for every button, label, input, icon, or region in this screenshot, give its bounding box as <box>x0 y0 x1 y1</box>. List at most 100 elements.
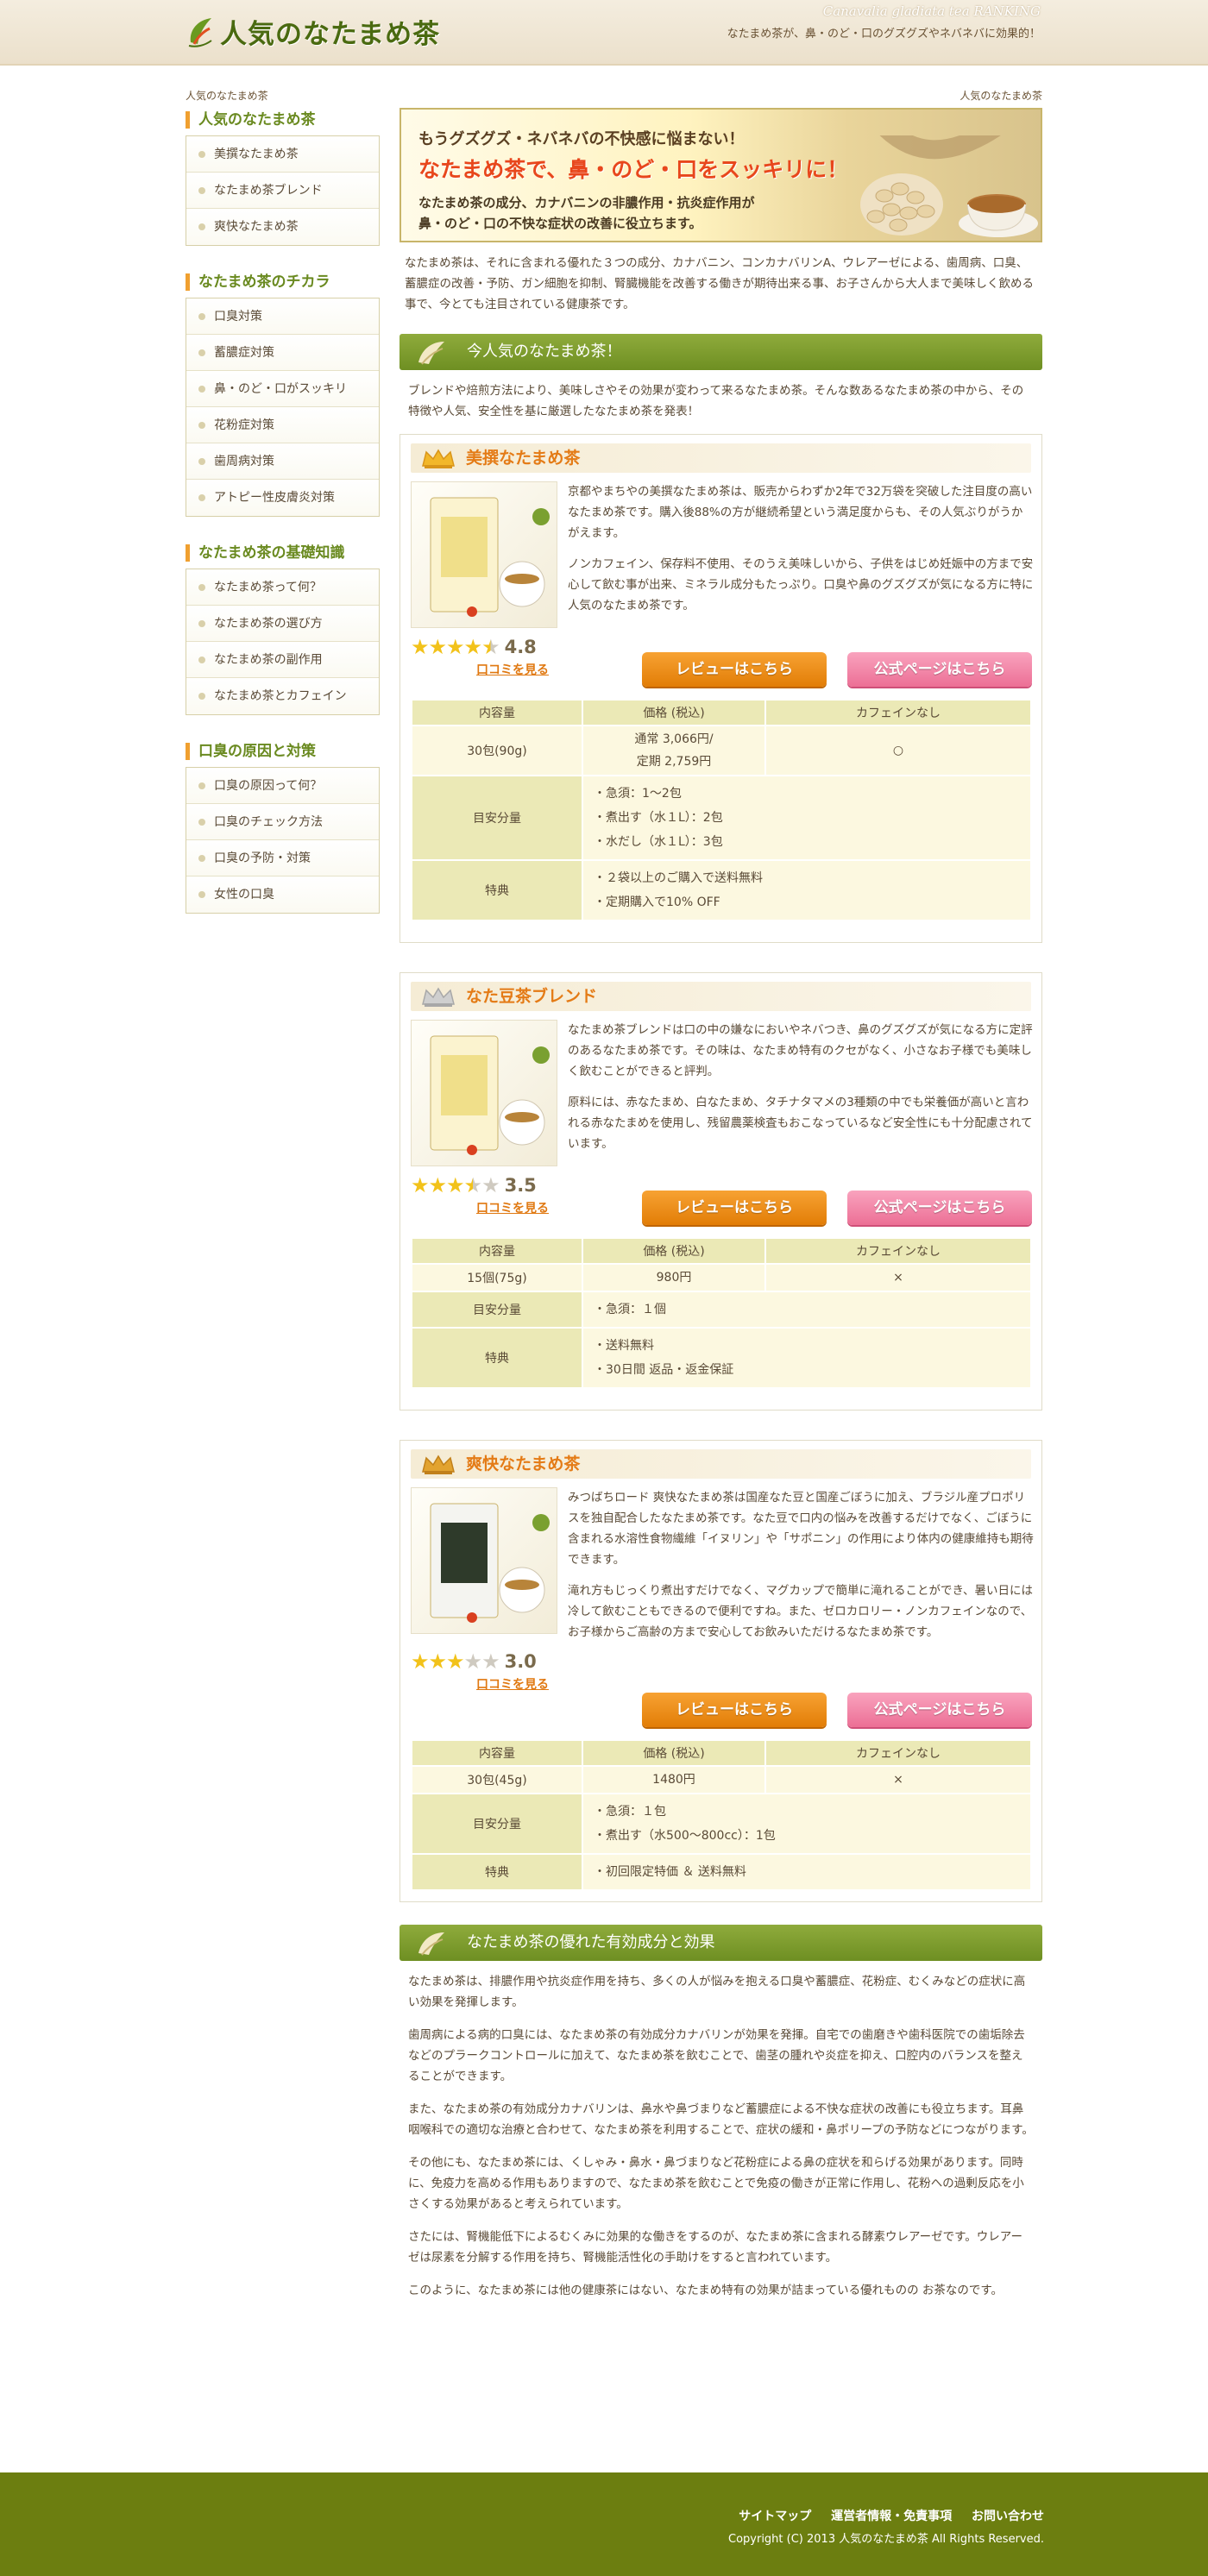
rating-stars: ★★★★★ <box>411 635 500 659</box>
star-icon: ★ <box>446 635 464 659</box>
sidebar-nav-list: 口臭の原因って何？ 口臭のチェック方法 口臭の予防・対策 女性の口臭 <box>186 767 380 914</box>
product-body: なたまめ茶ブレンドは口の中の嫌なにおいやネバつき、鼻のグズグズが気になる方に定評… <box>411 1020 1033 1387</box>
leaf-icon <box>418 342 444 365</box>
guide-line: ・急須：1〜2包 <box>594 787 682 801</box>
sidebar-nav-item[interactable]: なたまめ茶とカフェイン <box>186 678 379 714</box>
sidebar-nav-item[interactable]: 女性の口臭 <box>186 876 379 913</box>
ranking-section-title: 今人気のなたまめ茶！ <box>467 342 622 361</box>
ranking-section-header: 今人気のなたまめ茶！ <box>400 334 1042 370</box>
official-site-button[interactable]: 公式ページはこちら <box>847 652 1032 687</box>
sidebar-nav-item[interactable]: 爽快なたまめ茶 <box>186 209 379 245</box>
effects-paragraph: さたには、腎機能低下によるむくみに効果的な働きをするのが、なたまめ茶に含まれる酵… <box>408 2230 1022 2265</box>
star-empty-icon: ★ <box>481 1649 500 1674</box>
review-button[interactable]: レビューはこちら <box>642 1693 827 1727</box>
star-icon: ★ <box>411 1649 429 1674</box>
footer-link-operator[interactable]: 運営者情報・免責事項 <box>831 2510 952 2523</box>
sidebar-nav-item[interactable]: なたまめ茶ブレンド <box>186 173 379 209</box>
bonus-value: ・送料無料 ・30日間 返品・返金保証 <box>583 1329 1030 1387</box>
product-image[interactable] <box>411 481 557 628</box>
product-rating: ★★★★★ 3.0 <box>411 1649 537 1674</box>
reviews-link[interactable]: 口コミを見る <box>476 1675 549 1693</box>
amount-value: 30包(90g) <box>412 726 582 775</box>
sidebar-nav-item[interactable]: 花粉症対策 <box>186 407 379 443</box>
sidebar-nav-item[interactable]: アトピー性皮膚炎対策 <box>186 480 379 516</box>
sidebar-nav-item[interactable]: 蓄膿症対策 <box>186 335 379 371</box>
bonus-value: ・２袋以上のご購入で送料無料 ・定期購入で10% OFF <box>583 861 1030 920</box>
guide-line: ・水だし（水１L）：3包 <box>594 835 723 849</box>
effects-paragraph: このように、なたまめ茶には他の健康茶にはない、なたまめ特有の効果が詰まっている優… <box>408 2284 1004 2297</box>
col-caffeine: カフェインなし <box>766 701 1030 725</box>
banner-line-1: もうグズグズ・ネバネバの不快感に悩まない！ <box>418 130 745 148</box>
reviews-link[interactable]: 口コミを見る <box>476 1199 549 1216</box>
sidebar-nav-item[interactable]: 美撰なたまめ茶 <box>186 136 379 173</box>
sidebar-nav-item[interactable]: 歯周病対策 <box>186 443 379 480</box>
guide-label: 目安分量 <box>412 776 582 859</box>
product-name: 爽快なたまめ茶 <box>411 1449 1031 1479</box>
tagline-en: Canavalia gladiata tea RANKING <box>822 3 1041 19</box>
product-card: 美撰なたまめ茶 京都やまちやの美撰なたまめ茶は、販売からわずか2年で32万袋を突破… <box>400 434 1042 943</box>
banner-line-3: なたまめ茶の成分、カナバニンの非膿作用・抗炎症作用が 鼻・のど・口の不快な症状の… <box>418 192 755 234</box>
sidebar-nav-item[interactable]: 口臭の原因って何？ <box>186 768 379 804</box>
guide-label: 目安分量 <box>412 1794 582 1853</box>
effects-text: なたまめ茶は、排膿作用や抗炎症作用を持ち、多くの人が悩みを抱える口臭や蓄膿症、花… <box>400 1971 1042 2301</box>
copyright: Copyright (C) 2013 人気のなたまめ茶 All Rights R… <box>728 2533 1044 2546</box>
star-icon: ★ <box>411 635 429 659</box>
banner-text-a: なたまめ茶の成分、カナバニンの非膿作用・抗炎症作用が <box>418 195 755 210</box>
star-icon: ★ <box>428 635 447 659</box>
sidebar-nav-item[interactable]: 口臭対策 <box>186 298 379 335</box>
col-caffeine: カフェインなし <box>766 1239 1030 1263</box>
crown-bronze-icon <box>422 1454 455 1474</box>
beans-and-tea-image <box>860 135 1038 237</box>
product-spec-table: 内容量 価格 (税込) カフェインなし 15個(75g) 980円 × 目安分量 ・急須：１個… <box>411 1237 1032 1389</box>
sidebar-nav-item[interactable]: 鼻・のど・口がスッキリ <box>186 371 379 407</box>
product-name-text: 美撰なたまめ茶 <box>466 449 581 468</box>
sidebar-nav-item[interactable]: なたまめ茶の選び方 <box>186 606 379 642</box>
product-spec-table: 内容量 価格 (税込) カフェインなし 30包(45g) 1480円 × 目安分量 ・急須：１… <box>411 1739 1032 1891</box>
price-value: 通常 3,066円/定期 2,759円 <box>583 726 764 775</box>
review-button[interactable]: レビューはこちら <box>642 1191 827 1225</box>
product-body: みつばちロード 爽快なたまめ茶は国産なた豆と国産ごぼうに加え、ブラジル産プロポリ… <box>411 1487 1034 1889</box>
amount-value: 15個(75g) <box>412 1265 582 1291</box>
product-name: 美撰なたまめ茶 <box>411 443 1031 473</box>
reviews-link[interactable]: 口コミを見る <box>476 661 549 678</box>
bonus-line: ・送料無料 <box>594 1339 654 1353</box>
product-ranking-list: 美撰なたまめ茶 京都やまちやの美撰なたまめ茶は、販売からわずか2年で32万袋を突破… <box>400 434 1042 1902</box>
sidebar-nav-item[interactable]: 口臭の予防・対策 <box>186 840 379 876</box>
col-amount: 内容量 <box>412 1239 582 1263</box>
col-amount: 内容量 <box>412 701 582 725</box>
product-image[interactable] <box>411 1487 557 1634</box>
official-site-button[interactable]: 公式ページはこちら <box>847 1191 1032 1225</box>
star-empty-icon: ★ <box>481 1173 500 1197</box>
rating-score: 3.5 <box>504 1175 537 1196</box>
guide-label: 目安分量 <box>412 1292 582 1327</box>
site-logo[interactable]: 人気のなたまめ茶 <box>186 10 440 52</box>
intro-text: なたまめ茶は、それに含まれる優れた３つの成分、カナバニン、コンカナバリンA、ウレ… <box>405 256 1034 311</box>
site-footer: サイトマップ 運営者情報・免責事項 お問い合わせ Copyright (C) 2… <box>0 2472 1208 2576</box>
sidebar-nav-item[interactable]: なたまめ茶って何？ <box>186 569 379 606</box>
bonus-label: 特典 <box>412 861 582 920</box>
official-site-button[interactable]: 公式ページはこちら <box>847 1693 1032 1727</box>
price-line-2: 定期 2,759円 <box>636 755 712 769</box>
footer-link-contact[interactable]: お問い合わせ <box>972 2510 1044 2523</box>
rating-stars: ★★★★★ <box>411 1173 500 1197</box>
guide-value: ・急須：１包 ・煮出す（水500〜800cc）：1包 <box>583 1794 1030 1853</box>
product-card: なた豆茶ブレンド なたまめ茶ブレンドは口の中の嫌なにおいやネバつき、鼻のグズグズが… <box>400 972 1042 1411</box>
bonus-label: 特典 <box>412 1329 582 1387</box>
sidebar-nav-item[interactable]: 口臭のチェック方法 <box>186 804 379 840</box>
guide-line: ・急須：１包 <box>594 1805 666 1819</box>
breadcrumb-right: 人気のなたまめ茶 <box>959 90 1042 102</box>
sidebar-nav-item[interactable]: なたまめ茶の副作用 <box>186 642 379 678</box>
star-icon: ★ <box>411 1173 429 1197</box>
rating-score: 4.8 <box>504 637 537 657</box>
amount-value: 30包(45g) <box>412 1767 582 1793</box>
product-rating: ★★★★★ 3.5 <box>411 1173 537 1197</box>
product-desc-para: 滝れ方もじっくり煮出すだけでなく、マグカップで簡単に滝れることができ、暑い日には… <box>568 1584 1034 1639</box>
rating-score: 3.0 <box>504 1651 537 1672</box>
product-image[interactable] <box>411 1020 557 1166</box>
review-button[interactable]: レビューはこちら <box>642 652 827 687</box>
guide-line: ・急須：１個 <box>594 1303 666 1316</box>
footer-link-sitemap[interactable]: サイトマップ <box>739 2510 811 2523</box>
star-icon: ★ <box>428 1649 447 1674</box>
site-title: 人気のなたまめ茶 <box>220 18 441 50</box>
